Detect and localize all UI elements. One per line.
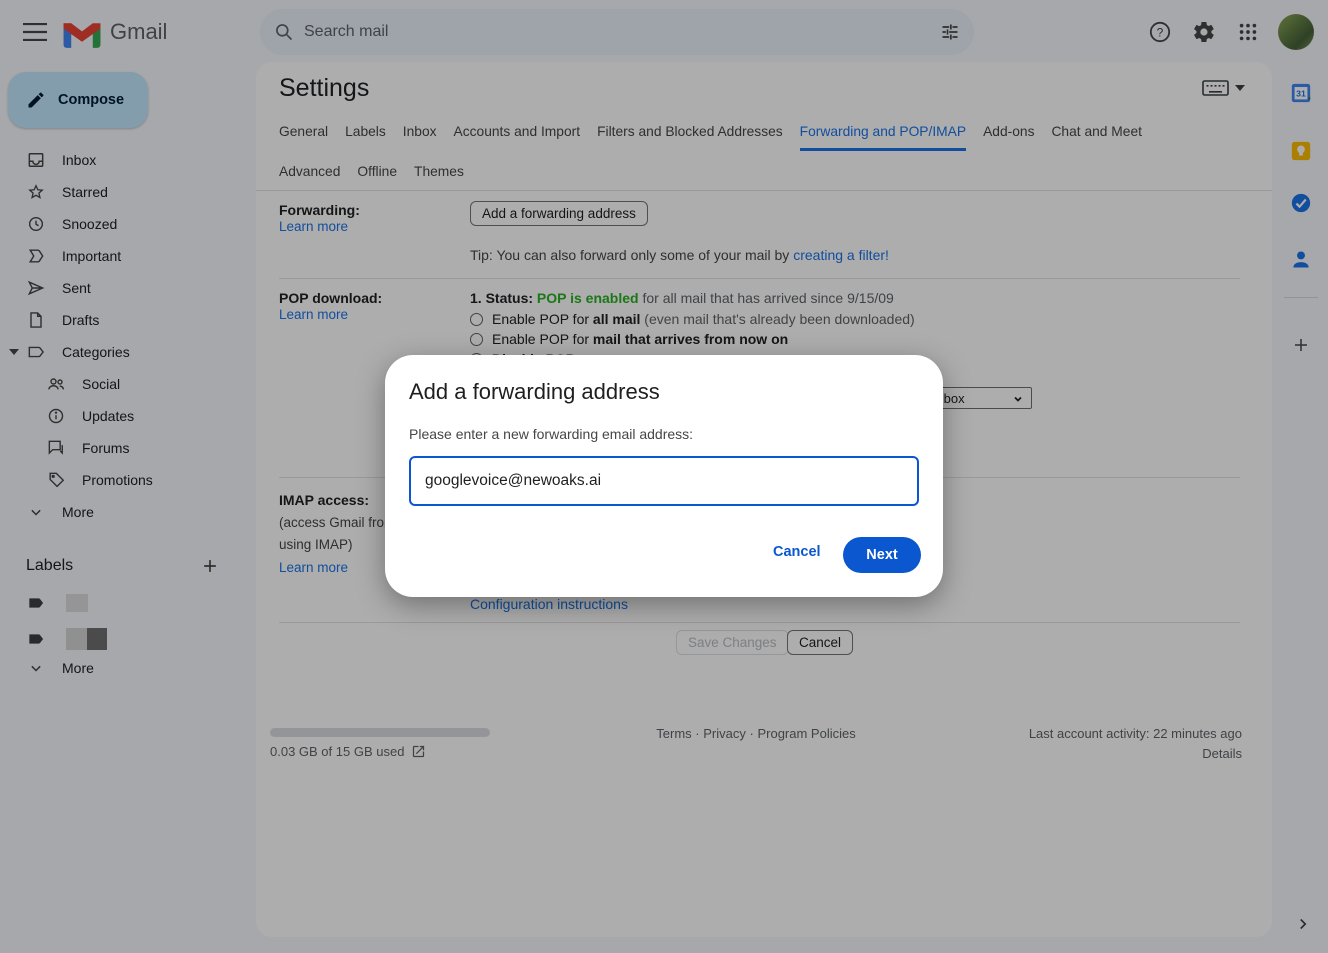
dialog-next-button[interactable]: Next <box>843 537 921 573</box>
forwarding-email-input[interactable] <box>409 456 919 506</box>
gmail-app: Gmail ? Compose Inbox <box>0 0 1328 953</box>
dialog-cancel-button[interactable]: Cancel <box>773 544 821 560</box>
add-forwarding-address-dialog: Add a forwarding address Please enter a … <box>385 355 943 597</box>
dialog-prompt: Please enter a new forwarding email addr… <box>409 426 693 442</box>
dialog-title: Add a forwarding address <box>409 379 660 405</box>
